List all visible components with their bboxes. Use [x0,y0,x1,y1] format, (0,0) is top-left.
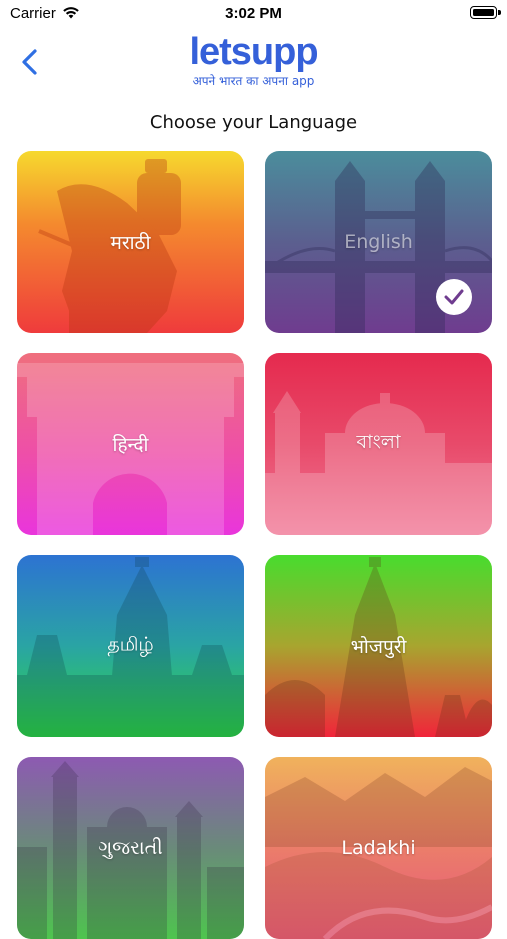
language-tile-bhojpuri[interactable]: भोजपुरी [265,555,492,737]
language-label: मराठी [110,232,151,254]
logo-tagline: अपने भारत का अपना app [192,74,315,88]
language-tile-hindi[interactable]: हिन्दी [17,353,244,535]
status-time: 3:02 PM [225,5,282,22]
app-logo: letsupp अपने भारत का अपना app [0,30,507,89]
language-tile-ladakhi[interactable]: Ladakhi [265,757,492,939]
status-bar: Carrier 3:02 PM [0,0,507,28]
language-label: भोजपुरी [350,636,407,658]
language-tile-bangla[interactable]: বাংলা [265,353,492,535]
language-label: English [344,231,413,253]
battery-icon [470,6,501,19]
language-tile-gujarati[interactable]: ગુજરાતી [17,757,244,939]
language-tile-english[interactable]: English [265,151,492,333]
language-label: தமிழ் [107,633,154,656]
language-label: বাংলা [356,431,401,453]
checkmark-icon [444,289,464,305]
selected-indicator [436,279,472,315]
page-title: Choose your Language [149,112,358,133]
logo-wordmark: letsupp [189,31,318,73]
language-label: ગુજરાતી [98,837,163,859]
language-label: Ladakhi [341,837,416,859]
language-tile-tamil[interactable]: தமிழ் [17,555,244,737]
language-tile-marathi[interactable]: मराठी [17,151,244,333]
language-label: हिन्दी [112,434,149,456]
